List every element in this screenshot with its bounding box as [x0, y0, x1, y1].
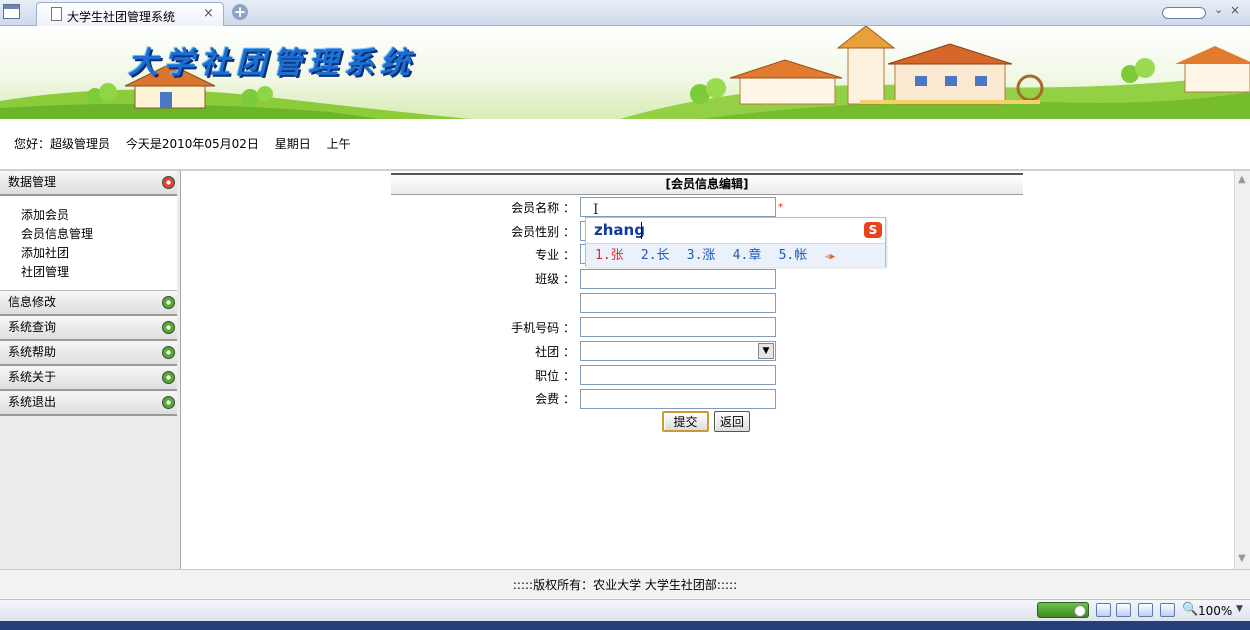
- banner-title: 大学社团管理系统: [128, 46, 416, 81]
- window-close-icon[interactable]: ×: [1230, 3, 1240, 17]
- class-input[interactable]: [580, 269, 776, 289]
- ime-candidate[interactable]: 4.章: [733, 248, 762, 263]
- bookmark-icon[interactable]: [1116, 603, 1131, 617]
- sidebar-menu-label: 数据管理: [8, 175, 57, 189]
- ime-caret: [641, 222, 642, 239]
- label-club: 社团 ：: [535, 345, 575, 359]
- ibeam-cursor-icon: I: [593, 202, 599, 218]
- fee-input[interactable]: [580, 389, 776, 409]
- greeting-period: 上午: [326, 137, 351, 151]
- chevron-down-icon[interactable]: ⌄: [1214, 3, 1223, 16]
- club-select[interactable]: ▼: [580, 341, 776, 361]
- sidebar-menu-label: 系统查询: [8, 320, 57, 334]
- site-banner: 大学社团管理系统: [0, 26, 1250, 119]
- expand-icon: [162, 371, 175, 384]
- sidebar-menu-label: 信息修改: [8, 295, 57, 309]
- page-next-icon[interactable]: ▶: [830, 252, 835, 262]
- scroll-up-icon[interactable]: ▲: [1238, 174, 1246, 185]
- required-mark: *: [778, 202, 783, 213]
- page-icon: [51, 7, 62, 21]
- sidebar-item-add-member[interactable]: 添加会员: [21, 206, 177, 225]
- sidebar-menu-label: 系统退出: [8, 395, 57, 409]
- sidebar-menu-logout[interactable]: 系统退出: [0, 391, 177, 416]
- zoom-icon[interactable]: 🔍: [1182, 602, 1198, 617]
- sidebar-menu-label: 系统帮助: [8, 345, 57, 359]
- greeting-line: 您好：超级管理员 今天是2010年05月02日 星期日 上午: [14, 135, 363, 152]
- ime-candidate[interactable]: 1.张: [595, 248, 624, 263]
- ime-candidate[interactable]: 5.帐: [779, 248, 808, 263]
- greeting-user: 您好：超级管理员: [14, 137, 111, 151]
- member-name-input[interactable]: [580, 197, 776, 217]
- sogou-ime-icon[interactable]: S: [864, 222, 882, 238]
- sidebar-menu-query[interactable]: 系统查询: [0, 316, 177, 341]
- expand-icon: [162, 321, 175, 334]
- sidebar-menu-label: 系统关于: [8, 370, 57, 384]
- greeting-weekday: 星期日: [274, 137, 311, 151]
- ime-candidate-list: 1.张 2.长 3.涨 4.章 5.帐 ◀▶: [586, 243, 885, 267]
- sidebar-menu-info-edit[interactable]: 信息修改: [0, 291, 177, 316]
- zoom-level[interactable]: 100%: [1198, 604, 1232, 618]
- chevron-down-icon[interactable]: ▼: [1236, 604, 1243, 614]
- ime-composition-text: zhang: [594, 221, 645, 239]
- sidebar-menu-data-management[interactable]: 数据管理: [0, 171, 177, 196]
- label-member-gender: 会员性别 ：: [511, 225, 575, 239]
- ime-candidate[interactable]: 2.长: [641, 248, 670, 263]
- volume-icon[interactable]: [1160, 603, 1175, 617]
- expand-icon: [162, 396, 175, 409]
- sidebar-item-club-management[interactable]: 社团管理: [21, 263, 177, 282]
- position-input[interactable]: [580, 365, 776, 385]
- toggle-switch[interactable]: [1037, 602, 1089, 618]
- sidebar: 数据管理 添加会员 会员信息管理 添加社团 社团管理 信息修改 系统查询 系统帮…: [0, 171, 181, 569]
- sidebar-item-member-management[interactable]: 会员信息管理: [21, 225, 177, 244]
- browser-tab[interactable]: 大学生社团管理系统 ×: [36, 2, 224, 26]
- scroll-down-icon[interactable]: ▼: [1238, 553, 1246, 564]
- label-phone: 手机号码 ：: [511, 321, 575, 335]
- page-footer: :::::版权所有：农业大学 大学生社团部:::::: [0, 569, 1250, 599]
- greeting-date: 今天是2010年05月02日: [125, 137, 259, 151]
- toolbar-pill[interactable]: [1162, 7, 1206, 19]
- label-class: 班级 ：: [535, 272, 575, 286]
- screen-icon[interactable]: [1138, 603, 1153, 617]
- new-tab-button[interactable]: +: [232, 4, 248, 20]
- expand-icon: [162, 296, 175, 309]
- submit-button[interactable]: 提交: [662, 411, 709, 432]
- tab-title: 大学生社团管理系统: [67, 10, 176, 24]
- vertical-scrollbar[interactable]: ▲ ▼: [1234, 171, 1250, 569]
- back-button[interactable]: 返回: [714, 411, 750, 432]
- taskbar: [0, 621, 1250, 630]
- browser-tab-strip: 大学生社团管理系统 × + ⌄ ×: [0, 0, 1250, 26]
- extra-input[interactable]: [580, 293, 776, 313]
- sidebar-menu-help[interactable]: 系统帮助: [0, 341, 177, 366]
- ime-candidate-window: zhang S 1.张 2.长 3.涨 4.章 5.帐 ◀▶: [585, 217, 886, 267]
- browser-status-bar: 🔍 100% ▼: [0, 599, 1250, 621]
- chevron-down-icon[interactable]: ▼: [758, 343, 774, 359]
- sidebar-submenu: 添加会员 会员信息管理 添加社团 社团管理: [0, 196, 177, 291]
- label-major: 专业 ：: [535, 248, 575, 262]
- form-header: [会员信息编辑]: [391, 173, 1023, 195]
- sidebar-menu-about[interactable]: 系统关于: [0, 366, 177, 391]
- expand-icon: [162, 346, 175, 359]
- label-position: 职位 ：: [535, 369, 575, 383]
- security-icon[interactable]: [1096, 603, 1111, 617]
- ime-candidate[interactable]: 3.涨: [687, 248, 716, 263]
- label-member-name: 会员名称 ：: [511, 201, 575, 215]
- main-content: [会员信息编辑] 会员名称 ： I * 会员性别 ： 专业 ： 班级 ： 手机号…: [181, 171, 1234, 569]
- close-icon[interactable]: ×: [203, 6, 214, 21]
- window-menu-icon[interactable]: [3, 4, 20, 19]
- phone-input[interactable]: [580, 317, 776, 337]
- label-fee: 会费 ：: [535, 392, 575, 406]
- sidebar-item-add-club[interactable]: 添加社团: [21, 244, 177, 263]
- collapse-icon: [162, 176, 175, 189]
